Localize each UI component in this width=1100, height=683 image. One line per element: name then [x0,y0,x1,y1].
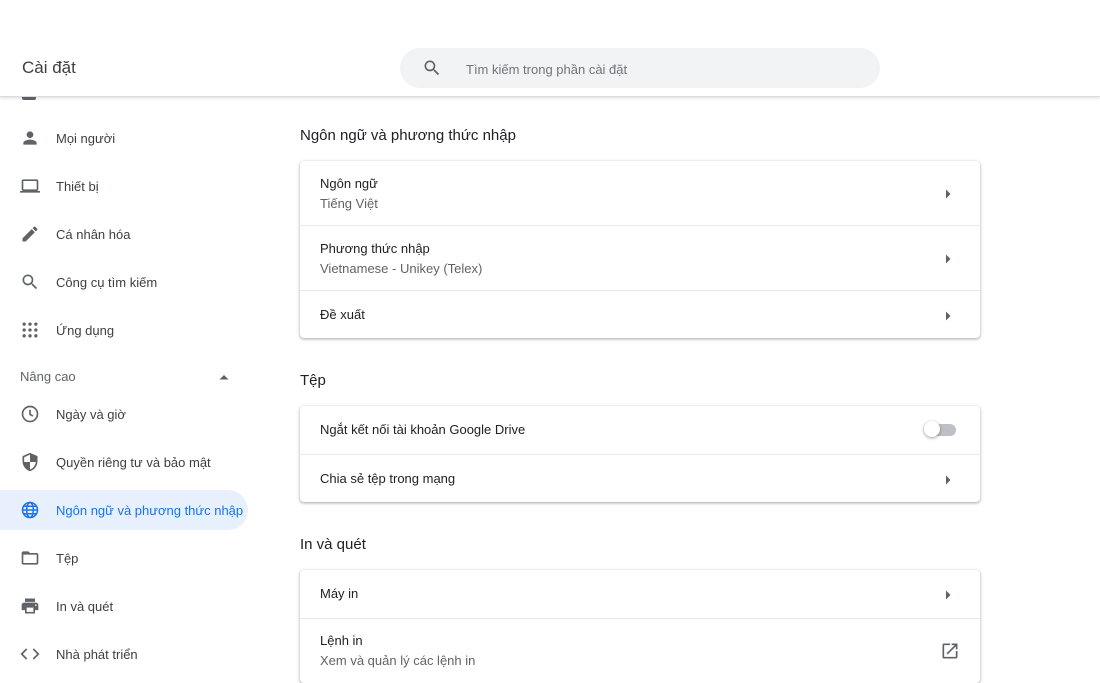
sidebar-item-apps[interactable]: Ứng dụng [0,310,248,350]
search-icon [422,58,442,83]
printing-card: Máy in Lệnh in Xem và quản lý các lệnh i… [300,570,980,683]
code-icon [20,644,40,664]
settings-main: Ngôn ngữ và phương thức nhập Ngôn ngữ Ti… [300,96,1000,683]
sidebar-item-search-engine[interactable]: Công cụ tìm kiếm [0,262,248,302]
sidebar-item-label: Ứng dụng [56,322,115,338]
sidebar-item-label: Nhà phát triển [56,646,138,662]
arrow-right-icon[interactable] [944,252,952,270]
row-primary-text: Chia sẻ tệp trong mạng [320,471,456,486]
chevron-up-icon[interactable] [218,370,230,388]
page-title: Cài đặt [22,58,76,77]
search-input[interactable] [464,48,868,90]
arrow-right-icon[interactable] [944,473,952,491]
sidebar: Mọi người Thiết bị Cá nhân hóa Công cụ t… [0,96,260,669]
brush-icon [20,224,40,244]
printer-icon [20,596,40,616]
files-card: Ngắt kết nối tài khoản Google Drive Chia… [300,406,980,502]
sidebar-item-label: Cá nhân hóa [56,226,131,242]
row-secondary-text: Vietnamese - Unikey (Telex) [320,261,483,276]
sidebar-item-label: Quyền riêng tư và bảo mật [56,454,211,470]
row-primary-text: Phương thức nhập [320,241,430,256]
sidebar-item-label: Công cụ tìm kiếm [56,274,158,290]
sidebar-item-languages[interactable]: Ngôn ngữ và phương thức nhập [0,490,248,530]
sidebar-item-label: Ngôn ngữ và phương thức nhập [56,502,244,518]
sidebar-item-printing[interactable]: In và quét [0,586,248,626]
person-icon [20,128,40,148]
toggle-knob [924,421,940,437]
search-icon [20,272,40,292]
row-primary-text: Ngôn ngữ [320,176,378,191]
row-network-file-shares[interactable]: Chia sẻ tệp trong mạng [300,454,980,502]
sidebar-item-label: Mọi người [56,130,116,146]
arrow-right-icon[interactable] [944,187,952,205]
sidebar-item-label: Thiết bị [56,178,99,194]
sidebar-item-personalization[interactable]: Cá nhân hóa [0,214,248,254]
row-suggestions[interactable]: Đề xuất [300,290,980,338]
sidebar-item-label: In và quét [56,598,114,614]
arrow-right-icon[interactable] [944,588,952,606]
laptop-icon [20,176,40,196]
row-input-methods[interactable]: Phương thức nhập Vietnamese - Unikey (Te… [300,225,980,290]
folder-icon [20,548,40,568]
sidebar-item-files[interactable]: Tệp [0,538,248,578]
sidebar-item-label: Ngày và giờ [56,406,126,422]
section-title-languages: Ngôn ngữ và phương thức nhập [300,127,516,144]
sidebar-item-date-time[interactable]: Ngày và giờ [0,394,248,434]
settings-header: Cài đặt [0,0,1100,97]
row-print-jobs[interactable]: Lệnh in Xem và quản lý các lệnh in [300,618,980,683]
shield-icon [20,452,40,472]
open-in-new-icon[interactable] [940,641,960,666]
sidebar-item-people[interactable]: Mọi người [0,118,248,158]
apps-grid-icon [20,320,40,340]
section-title-printing: In và quét [300,536,366,553]
row-primary-text: Máy in [320,586,359,601]
section-title-files: Tệp [300,372,326,389]
row-primary-text: Lệnh in [320,633,363,648]
row-secondary-text: Xem và quản lý các lệnh in [320,653,476,668]
row-primary-text: Đề xuất [320,307,365,322]
search-box[interactable] [400,48,880,90]
row-primary-text: Ngắt kết nối tài khoản Google Drive [320,422,526,437]
sidebar-item-privacy[interactable]: Quyền riêng tư và bảo mật [0,442,248,482]
row-printers[interactable]: Máy in [300,570,980,618]
row-languages[interactable]: Ngôn ngữ Tiếng Việt [300,161,980,225]
globe-icon [20,500,40,520]
row-secondary-text: Tiếng Việt [320,196,378,211]
sidebar-item-device[interactable]: Thiết bị [0,166,248,206]
arrow-right-icon[interactable] [944,309,952,327]
languages-card: Ngôn ngữ Tiếng Việt Phương thức nhập Vie… [300,161,980,338]
clock-icon [20,404,40,424]
row-disconnect-drive[interactable]: Ngắt kết nối tài khoản Google Drive [300,406,980,454]
advanced-section-label[interactable]: Nâng cao [20,369,76,384]
sidebar-item-label: Tệp [56,550,79,566]
sidebar-item-developers[interactable]: Nhà phát triển [0,634,248,669]
drive-disconnect-toggle[interactable] [924,421,958,437]
